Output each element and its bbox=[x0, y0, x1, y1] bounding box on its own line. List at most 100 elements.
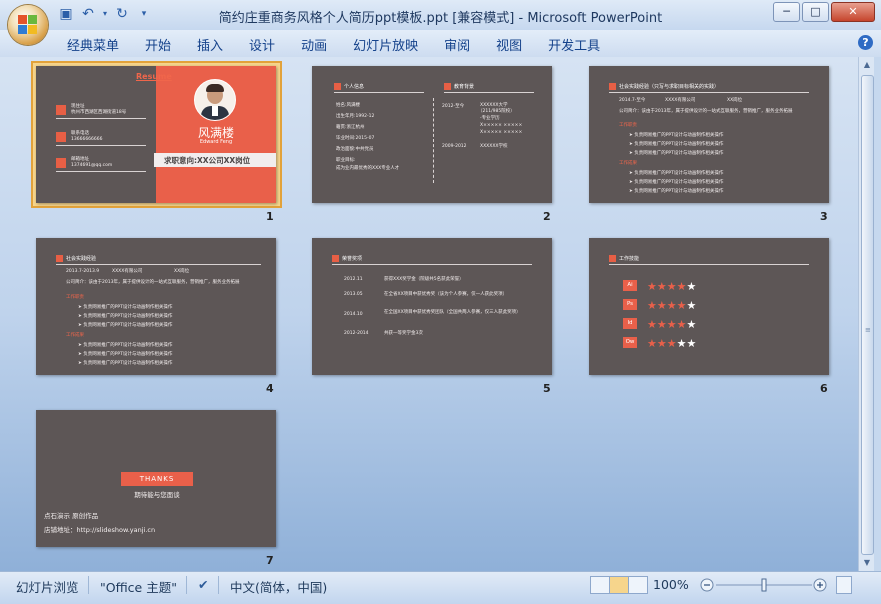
slide-thumbnail-5[interactable]: 荣誉奖项 2012.11 获得XXX奖学金（院级共5名获此荣誉） 2013.05… bbox=[312, 238, 552, 375]
slide6-section: 工作技能 bbox=[619, 256, 640, 262]
skill-stars: ★★★★★ bbox=[647, 298, 696, 312]
tab-view[interactable]: 视图 bbox=[496, 35, 522, 54]
close-button[interactable]: ✕ bbox=[831, 2, 875, 22]
divider bbox=[609, 92, 809, 93]
slide5-text: 获得XXX奖学金（院级共5名获此荣誉） bbox=[384, 277, 464, 282]
slide-sorter-view-button[interactable] bbox=[609, 576, 629, 594]
slide2-edu-period: 2009-2012 bbox=[442, 144, 467, 149]
star-icon: ★ bbox=[686, 337, 697, 350]
slide-thumbnail-1[interactable]: Resume 风满楼 Edward Feng 求职意向:XX公司XX岗位 现住址… bbox=[36, 66, 276, 203]
divider bbox=[56, 118, 146, 119]
list-item: ➤ 负责网易推广的PPT设计与动画制作相关操作 bbox=[78, 352, 173, 357]
slide-number-7: 7 bbox=[266, 554, 274, 567]
scroll-up-icon[interactable]: ▲ bbox=[859, 57, 875, 73]
list-item: ➤ 负责网易推广的PPT设计与动画制作相关操作 bbox=[78, 323, 173, 328]
slide5-date: 2014.10 bbox=[344, 312, 363, 317]
slide7-sub: 期待能与您面谈 bbox=[134, 491, 180, 499]
status-theme[interactable]: "Office 主题" bbox=[100, 577, 177, 596]
tab-home[interactable]: 开始 bbox=[145, 35, 171, 54]
star-icon: ★ bbox=[666, 299, 677, 312]
person-icon bbox=[334, 83, 341, 90]
tab-animation[interactable]: 动画 bbox=[301, 35, 327, 54]
tab-insert[interactable]: 插入 bbox=[197, 35, 223, 54]
slide4-cat2: 工作成果 bbox=[66, 333, 84, 338]
slide1-email: 1374691@qq.com bbox=[71, 163, 113, 168]
list-item: ➤ 负责网易推广的PPT设计与动画制作相关操作 bbox=[629, 171, 724, 176]
tab-classic-menu[interactable]: 经典菜单 bbox=[67, 35, 119, 54]
star-icon: ★ bbox=[656, 280, 667, 293]
fit-to-window-icon[interactable] bbox=[836, 576, 852, 594]
window-controls: ─ □ ✕ bbox=[773, 2, 875, 22]
star-icon: ★ bbox=[676, 299, 687, 312]
star-icon: ★ bbox=[656, 318, 667, 331]
slide1-resume-label: Resume bbox=[136, 72, 172, 81]
divider bbox=[218, 576, 219, 594]
list-item: ➤ 负责网易推广的PPT设计与动画制作相关操作 bbox=[629, 133, 724, 138]
slide2-edu-period: 2012-至今 bbox=[442, 104, 465, 109]
window-edge bbox=[874, 57, 881, 571]
office-logo-icon bbox=[18, 15, 38, 35]
list-item: ➤ 负责网易推广的PPT设计与动画制作相关操作 bbox=[629, 142, 724, 147]
education-icon bbox=[444, 83, 451, 90]
slide2-info-line: 姓名:风满楼 bbox=[336, 103, 361, 108]
slide3-section: 社会实践经验（只写与求职目标相关的实践） bbox=[619, 84, 720, 90]
slideshow-view-button[interactable] bbox=[628, 576, 648, 594]
tab-design[interactable]: 设计 bbox=[249, 35, 275, 54]
slide1-name-en: Edward Feng bbox=[199, 139, 233, 145]
skill-stars: ★★★★★ bbox=[647, 317, 696, 331]
skill-label: Ow bbox=[623, 337, 637, 348]
slide4-company: XXXX有限公司 bbox=[112, 269, 143, 274]
star-icon: ★ bbox=[666, 337, 677, 350]
zoom-slider[interactable] bbox=[700, 576, 828, 594]
status-view-name: 幻灯片浏览 bbox=[16, 580, 79, 595]
slide-thumbnail-4[interactable]: 社会实践经验 2013.7-2013.9 XXXX有限公司 XX岗位 公司简介：… bbox=[36, 238, 276, 375]
divider bbox=[56, 264, 261, 265]
normal-view-button[interactable] bbox=[590, 576, 610, 594]
skill-label: Ps bbox=[623, 299, 637, 310]
vertical-scrollbar[interactable]: ▲ ≡ ▼ bbox=[858, 57, 875, 571]
scroll-down-icon[interactable]: ▼ bbox=[859, 555, 875, 571]
star-icon: ★ bbox=[647, 318, 657, 331]
slide1-intent: 求职意向:XX公司XX岗位 bbox=[164, 156, 251, 165]
slide5-text: 在全国XX项目中获优秀奖团队（全国共两人参赛，仅三人获此奖项） bbox=[384, 310, 521, 315]
office-button[interactable] bbox=[8, 5, 48, 45]
avatar bbox=[194, 79, 236, 121]
scroll-thumb[interactable]: ≡ bbox=[861, 75, 874, 555]
zoom-level[interactable]: 100% bbox=[653, 577, 689, 592]
slide-thumbnail-2[interactable]: 个人信息 教育背景 姓名:风满楼 出生年月:1992-12 籍贯:浙江杭州 毕业… bbox=[312, 66, 552, 203]
help-icon[interactable]: ? bbox=[858, 35, 873, 50]
tab-developer[interactable]: 开发工具 bbox=[548, 35, 600, 54]
slide3-position: XX岗位 bbox=[727, 98, 743, 103]
star-icon: ★ bbox=[686, 318, 697, 331]
slide5-text: 在全省XX项目中获优秀奖（该为个人参赛，仅一人获此奖项） bbox=[384, 292, 508, 297]
slide-number-4: 4 bbox=[266, 382, 274, 395]
spellcheck-icon[interactable]: ✔ bbox=[198, 577, 208, 592]
slide4-cat1: 工作职责 bbox=[66, 295, 84, 300]
slide5-section: 荣誉奖项 bbox=[342, 256, 363, 262]
mail-icon bbox=[56, 158, 66, 168]
slide3-period: 2014.7-至今 bbox=[619, 98, 646, 103]
slide1-phone: 13666666666 bbox=[71, 137, 103, 142]
slide-number-2: 2 bbox=[543, 210, 551, 223]
status-language[interactable]: 中文(简体，中国) bbox=[230, 577, 327, 596]
star-icon: ★ bbox=[686, 299, 697, 312]
slide2-edu-line: X××××× ××××× bbox=[480, 123, 523, 128]
divider bbox=[334, 92, 424, 93]
slide-thumbnail-6[interactable]: 工作技能 Ai ★★★★★ Ps ★★★★★ Id ★★★★★ Ow ★★★★★ bbox=[589, 238, 829, 375]
slide2-info-line: 出生年月:1992-12 bbox=[336, 114, 375, 119]
slide-thumbnail-7[interactable]: THANKS 期待能与您面谈 点石演示 原创作品 店铺地址：http://sli… bbox=[36, 410, 276, 547]
slide3-cat2: 工作成果 bbox=[619, 161, 637, 166]
tab-slideshow[interactable]: 幻灯片放映 bbox=[353, 35, 418, 54]
tab-review[interactable]: 审阅 bbox=[444, 35, 470, 54]
maximize-button[interactable]: □ bbox=[802, 2, 829, 22]
skills-icon bbox=[609, 255, 616, 262]
minimize-button[interactable]: ─ bbox=[773, 2, 800, 22]
status-bar: 幻灯片浏览 "Office 主题" ✔ 中文(简体，中国) 100% bbox=[0, 571, 881, 604]
divider bbox=[56, 171, 146, 172]
slide-thumbnail-3[interactable]: 社会实践经验（只写与求职目标相关的实践） 2014.7-至今 XXXX有限公司 … bbox=[589, 66, 829, 203]
slide2-edu-line: X××××× ××××× bbox=[480, 130, 523, 135]
slide-number-5: 5 bbox=[543, 382, 551, 395]
divider bbox=[186, 576, 187, 594]
window-title: 简约庄重商务风格个人简历ppt模板.ppt [兼容模式] - Microsoft… bbox=[218, 11, 663, 26]
slide5-date: 2012.11 bbox=[344, 277, 363, 282]
